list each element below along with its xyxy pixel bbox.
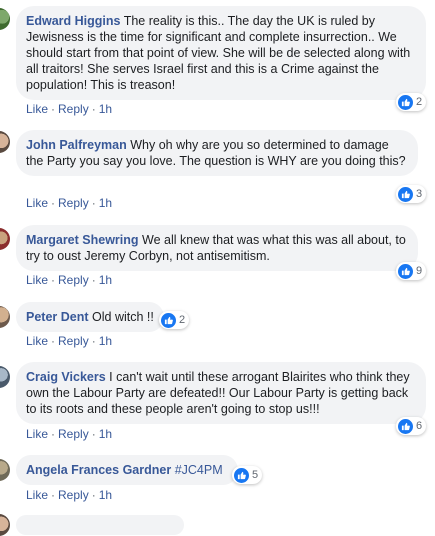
reaction-number: 2 bbox=[179, 314, 186, 326]
reply-link[interactable]: Reply bbox=[58, 273, 89, 287]
timestamp-link[interactable]: 1h bbox=[99, 427, 112, 441]
comment-author[interactable]: Margaret Shewring bbox=[26, 233, 139, 247]
avatar[interactable] bbox=[0, 131, 10, 153]
comment-actions: Like · Reply · 1h bbox=[26, 273, 112, 287]
timestamp-link[interactable]: 1h bbox=[99, 102, 112, 116]
reaction-count[interactable]: 9 bbox=[396, 262, 427, 280]
comment-bubble bbox=[16, 515, 184, 535]
comment-author[interactable]: Angela Frances Gardner bbox=[26, 463, 171, 477]
avatar[interactable] bbox=[0, 366, 10, 388]
reaction-number: 9 bbox=[416, 265, 423, 277]
reaction-number: 6 bbox=[416, 420, 423, 432]
reaction-number: 5 bbox=[252, 469, 259, 481]
like-link[interactable]: Like bbox=[26, 273, 48, 287]
comment-actions: Like · Reply · 1h bbox=[26, 196, 112, 210]
reply-link[interactable]: Reply bbox=[58, 427, 89, 441]
separator: · bbox=[91, 273, 96, 287]
reaction-count[interactable]: 6 bbox=[396, 417, 427, 435]
separator: · bbox=[91, 196, 96, 210]
like-link[interactable]: Like bbox=[26, 488, 48, 502]
timestamp-link[interactable]: 1h bbox=[99, 334, 112, 348]
reply-link[interactable]: Reply bbox=[58, 102, 89, 116]
like-link[interactable]: Like bbox=[26, 102, 48, 116]
reply-link[interactable]: Reply bbox=[58, 488, 89, 502]
reply-link[interactable]: Reply bbox=[58, 334, 89, 348]
reaction-count[interactable]: 2 bbox=[159, 311, 190, 329]
comment-author[interactable]: Peter Dent bbox=[26, 310, 89, 324]
thumbs-up-icon bbox=[234, 467, 249, 483]
like-link[interactable]: Like bbox=[26, 427, 48, 441]
separator: · bbox=[51, 102, 56, 116]
comment-bubble: Craig Vickers I can't wait until these a… bbox=[16, 362, 426, 424]
timestamp-link[interactable]: 1h bbox=[99, 273, 112, 287]
hashtag-link[interactable]: #JC4PM bbox=[175, 463, 223, 477]
comment-bubble: Edward Higgins The reality is this.. The… bbox=[16, 6, 426, 100]
thumbs-up-icon bbox=[398, 186, 413, 202]
separator: · bbox=[51, 427, 56, 441]
comment-author[interactable]: Edward Higgins bbox=[26, 14, 120, 28]
separator: · bbox=[91, 334, 96, 348]
reply-link[interactable]: Reply bbox=[58, 196, 89, 210]
separator: · bbox=[91, 102, 96, 116]
separator: · bbox=[91, 488, 96, 502]
avatar[interactable] bbox=[0, 514, 10, 536]
comment-actions: Like · Reply · 1h bbox=[26, 488, 112, 502]
comment-bubble: Margaret Shewring We all knew that was w… bbox=[16, 225, 418, 271]
comment-actions: Like · Reply · 1h bbox=[26, 102, 112, 116]
comment-bubble: Peter Dent Old witch !! bbox=[16, 302, 164, 332]
like-link[interactable]: Like bbox=[26, 334, 48, 348]
timestamp-link[interactable]: 1h bbox=[99, 196, 112, 210]
separator: · bbox=[91, 427, 96, 441]
comment-bubble: John Palfreyman Why oh why are you so de… bbox=[16, 130, 418, 176]
separator: · bbox=[51, 196, 56, 210]
separator: · bbox=[51, 273, 56, 287]
timestamp-link[interactable]: 1h bbox=[99, 488, 112, 502]
thumbs-up-icon bbox=[161, 312, 176, 328]
comment-bubble: Angela Frances Gardner #JC4PM bbox=[16, 455, 238, 485]
comment-text: Old witch !! bbox=[92, 310, 154, 324]
thumbs-up-icon bbox=[398, 418, 413, 434]
reaction-count[interactable]: 2 bbox=[396, 93, 427, 111]
avatar[interactable] bbox=[0, 8, 10, 30]
separator: · bbox=[51, 488, 56, 502]
like-link[interactable]: Like bbox=[26, 196, 48, 210]
reaction-number: 2 bbox=[416, 96, 423, 108]
comment-author[interactable]: John Palfreyman bbox=[26, 138, 127, 152]
thumbs-up-icon bbox=[398, 94, 413, 110]
avatar[interactable] bbox=[0, 306, 10, 328]
thumbs-up-icon bbox=[398, 263, 413, 279]
reaction-count[interactable]: 5 bbox=[232, 466, 263, 484]
reaction-count[interactable]: 3 bbox=[396, 185, 427, 203]
avatar[interactable] bbox=[0, 459, 10, 481]
comment-author[interactable]: Craig Vickers bbox=[26, 370, 106, 384]
comment-actions: Like · Reply · 1h bbox=[26, 334, 112, 348]
comment-actions: Like · Reply · 1h bbox=[26, 427, 112, 441]
separator: · bbox=[51, 334, 56, 348]
avatar[interactable] bbox=[0, 228, 10, 250]
reaction-number: 3 bbox=[416, 188, 423, 200]
